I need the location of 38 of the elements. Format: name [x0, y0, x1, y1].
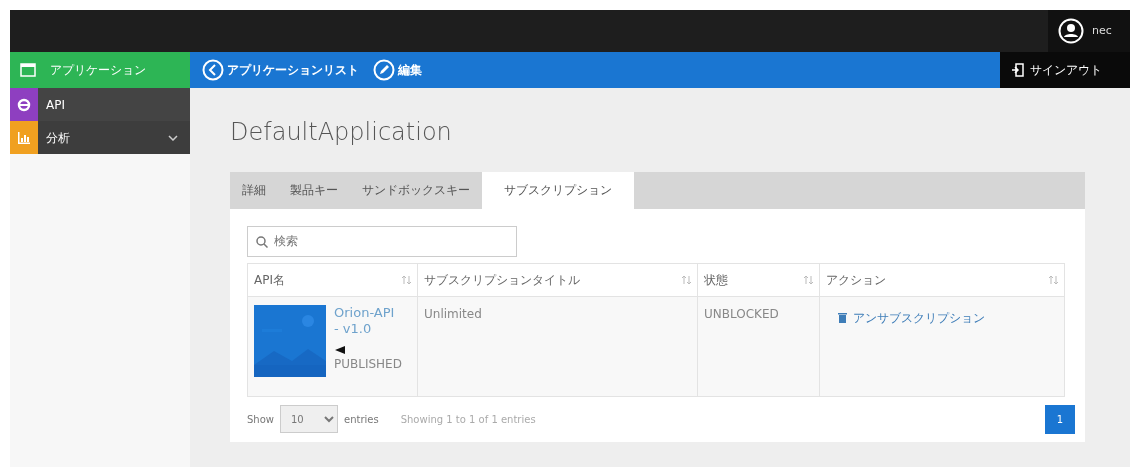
- tab[interactable]: 詳細: [230, 171, 278, 209]
- toolbar-link[interactable]: アプリケーションリスト: [202, 59, 359, 81]
- search-icon: [256, 235, 268, 248]
- trash-icon: [838, 312, 847, 324]
- show-label: Show: [247, 412, 274, 427]
- signout-link[interactable]: サインアウト: [1000, 52, 1130, 88]
- column-header[interactable]: サブスクリプションタイトル: [417, 263, 698, 297]
- window-icon: [20, 63, 36, 77]
- user-name[interactable]: nec: [1092, 22, 1112, 40]
- user-avatar-icon: [1058, 18, 1084, 44]
- entries-label: entries: [344, 412, 379, 427]
- sidebar-item[interactable]: API: [10, 88, 190, 121]
- column-header[interactable]: 状態: [697, 263, 820, 297]
- sort-icon: [1049, 274, 1058, 285]
- bar-chart-icon: [16, 129, 32, 146]
- column-header[interactable]: アクション: [819, 263, 1065, 297]
- pencil-circle-icon: [373, 59, 395, 81]
- chevron-down-icon: [168, 134, 178, 141]
- tab[interactable]: サブスクリプション: [482, 171, 634, 209]
- table-cell: UNBLOCKED: [697, 296, 820, 397]
- tab[interactable]: サンドボックスキー: [350, 171, 482, 209]
- toolbar-link[interactable]: 編集: [373, 59, 422, 81]
- api-status: PUBLISHED: [334, 356, 402, 374]
- tab[interactable]: 製品キー: [278, 171, 350, 209]
- page-button[interactable]: 1: [1045, 404, 1075, 434]
- column-header[interactable]: API名: [247, 263, 418, 297]
- signout-icon: [1012, 63, 1024, 77]
- search-field[interactable]: 検索: [247, 225, 517, 257]
- table-cell: Unlimited: [417, 296, 698, 397]
- sort-icon: [682, 274, 691, 285]
- page-size-select[interactable]: 10: [280, 405, 338, 434]
- sort-icon: [402, 274, 411, 285]
- entries-info: Showing 1 to 1 of 1 entries: [400, 412, 536, 427]
- chevron-left-circle-icon: [202, 59, 224, 81]
- sidebar-item[interactable]: 分析: [10, 121, 190, 154]
- page-title: DefaultApplication: [230, 118, 453, 147]
- sort-icon: [804, 274, 813, 285]
- unsubscribe-link[interactable]: アンサブスクリプション: [838, 308, 985, 327]
